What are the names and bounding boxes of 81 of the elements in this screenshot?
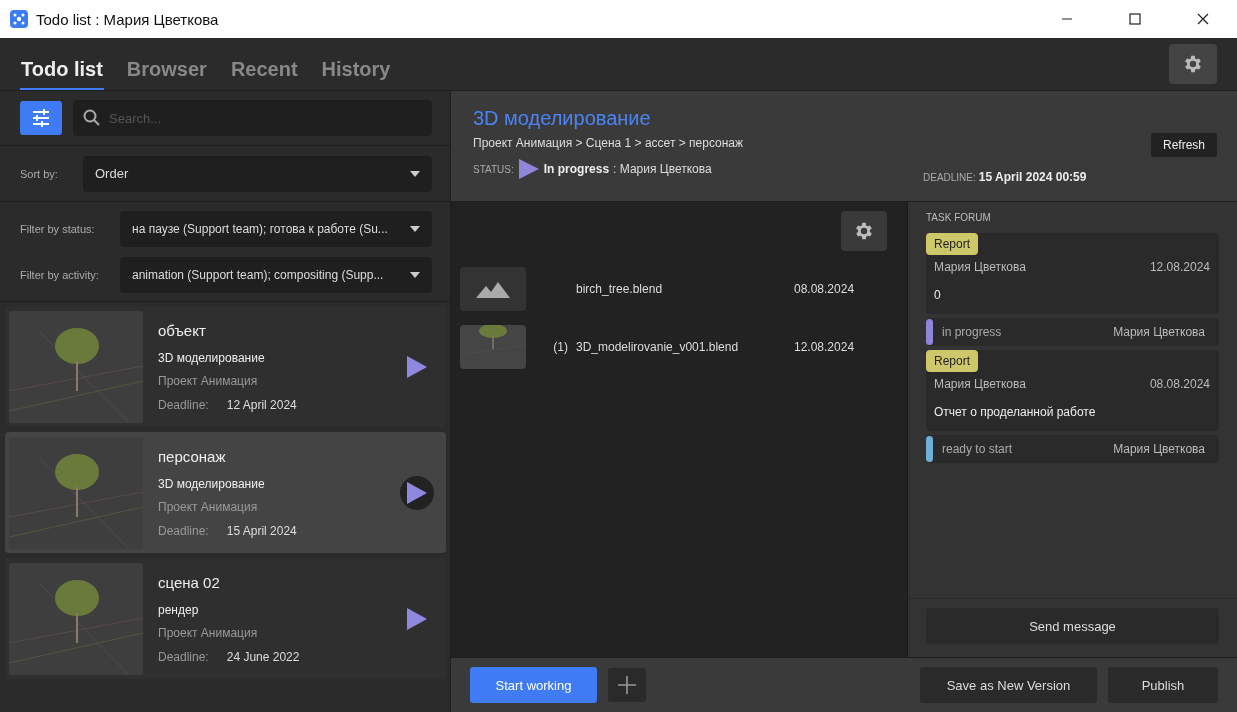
assignee-name: : Мария Цветкова [613,162,712,176]
message-date: 08.08.2024 [1149,377,1210,391]
add-button[interactable] [608,668,646,702]
deadline-label: Deadline: [158,397,209,412]
settings-icon [853,220,875,242]
report-tag: Report [926,350,979,372]
status-value: In progress [543,162,610,176]
file-name: 3D_modelirovanie_v001.blend [576,340,740,354]
window-title: Todo list : Мария Цветкова [36,10,219,28]
task-project: Проект Анимация [158,625,259,640]
task-project: Проект Анимация [158,373,259,388]
viewport-preview-placeholder [460,325,526,369]
tab[interactable]: Recent [229,38,299,90]
message-text: Отчет о проделанной работе [933,404,1097,421]
play-icon [405,480,428,505]
settings-button[interactable] [1169,44,1217,84]
image-placeholder-icon [460,267,526,311]
file-date: 08.08.2024 [794,282,855,296]
breadcrumb: Проект Анимация > Сцена 1 > ассет > персонаж [473,136,744,150]
task-project: Проект Анимация [158,499,259,514]
task-name: объект [158,321,207,339]
message-date: 12.08.2024 [1149,260,1210,274]
status-author: Мария Цветкова [1113,325,1205,339]
deadline-value: 15 April 2024 00:59 [978,170,1087,184]
sort-dropdown[interactable]: Order [83,155,432,192]
status-name: ready to start [942,442,1014,456]
report-tag: Report [926,233,979,255]
play-button[interactable] [400,475,434,510]
message-author: Мария Цветкова [934,377,1026,391]
forum-title: TASK FORUM [926,211,992,223]
task-name: сцена 02 [158,573,221,591]
settings-button[interactable] [841,211,887,251]
tab[interactable]: Browser [125,38,208,90]
caret-icon [410,272,420,278]
message-author: Мария Цветкова [934,260,1026,274]
refresh-button[interactable]: Refresh [1150,133,1217,157]
deadline-label: DEADLINE: [923,171,976,183]
sort-label: Sort by: [20,167,59,180]
task-card[interactable]: сцена 02 рендер Проект Анимация Deadline: 24 June 2022 [5,558,446,679]
play-icon [405,606,428,631]
plus-icon [617,675,637,695]
deadline-date: 15 April 2024 [226,523,297,538]
save-version-button[interactable]: Save as New Version [920,667,1097,703]
status-label: STATUS: [473,163,514,175]
file-row[interactable]: birch_tree.blend 08.08.2024 [451,260,907,318]
filter-dropdown[interactable]: на паузе (Support team); готова к работе (Su... [120,211,432,247]
task-title: 3D моделирование [473,107,652,130]
tab[interactable]: Todo list [20,38,104,90]
sliders-icon [31,108,51,128]
status-icon [517,158,540,180]
settings-icon [1182,53,1204,75]
filter-label: Filter by status: [20,223,96,235]
task-activity: 3D моделирование [158,350,266,365]
file-version: (1) [553,340,568,354]
filter-dropdown[interactable]: animation (Support team); compositing (Supp... [120,257,432,293]
deadline-date: 12 April 2024 [226,397,297,412]
caret-icon [410,226,420,232]
message-text: 0 [933,287,942,304]
task-card[interactable]: персонаж 3D моделирование Проект Анимация Deadline: 15 April 2024 [5,432,446,553]
start-working-button[interactable]: Start working [470,667,597,703]
file-date: 12.08.2024 [794,340,855,354]
filter-settings-button[interactable] [20,101,62,135]
status-author: Мария Цветкова [1113,442,1205,456]
send-message-button[interactable]: Send message [926,608,1219,644]
caret-icon [410,170,420,177]
file-name: birch_tree.blend [576,282,664,296]
search-icon [83,109,101,127]
task-activity: рендер [158,602,200,617]
deadline-date: 24 June 2022 [226,649,300,664]
task-activity: 3D моделирование [158,476,266,491]
tab[interactable]: History [320,38,392,90]
task-name: персонаж [158,447,227,465]
task-card[interactable]: объект 3D моделирование Проект Анимация Deadline: 12 April 2024 [5,306,446,427]
filter-label: Filter by activity: [20,269,100,281]
publish-button[interactable]: Publish [1108,667,1218,703]
app-logo-icon [10,10,28,28]
deadline-label: Deadline: [158,523,209,538]
play-icon [405,354,428,379]
status-name: in progress [942,325,1003,339]
deadline-label: Deadline: [158,649,209,664]
file-row[interactable]: (1) 3D_modelirovanie_v001.blend 12.08.2024 [451,318,907,376]
